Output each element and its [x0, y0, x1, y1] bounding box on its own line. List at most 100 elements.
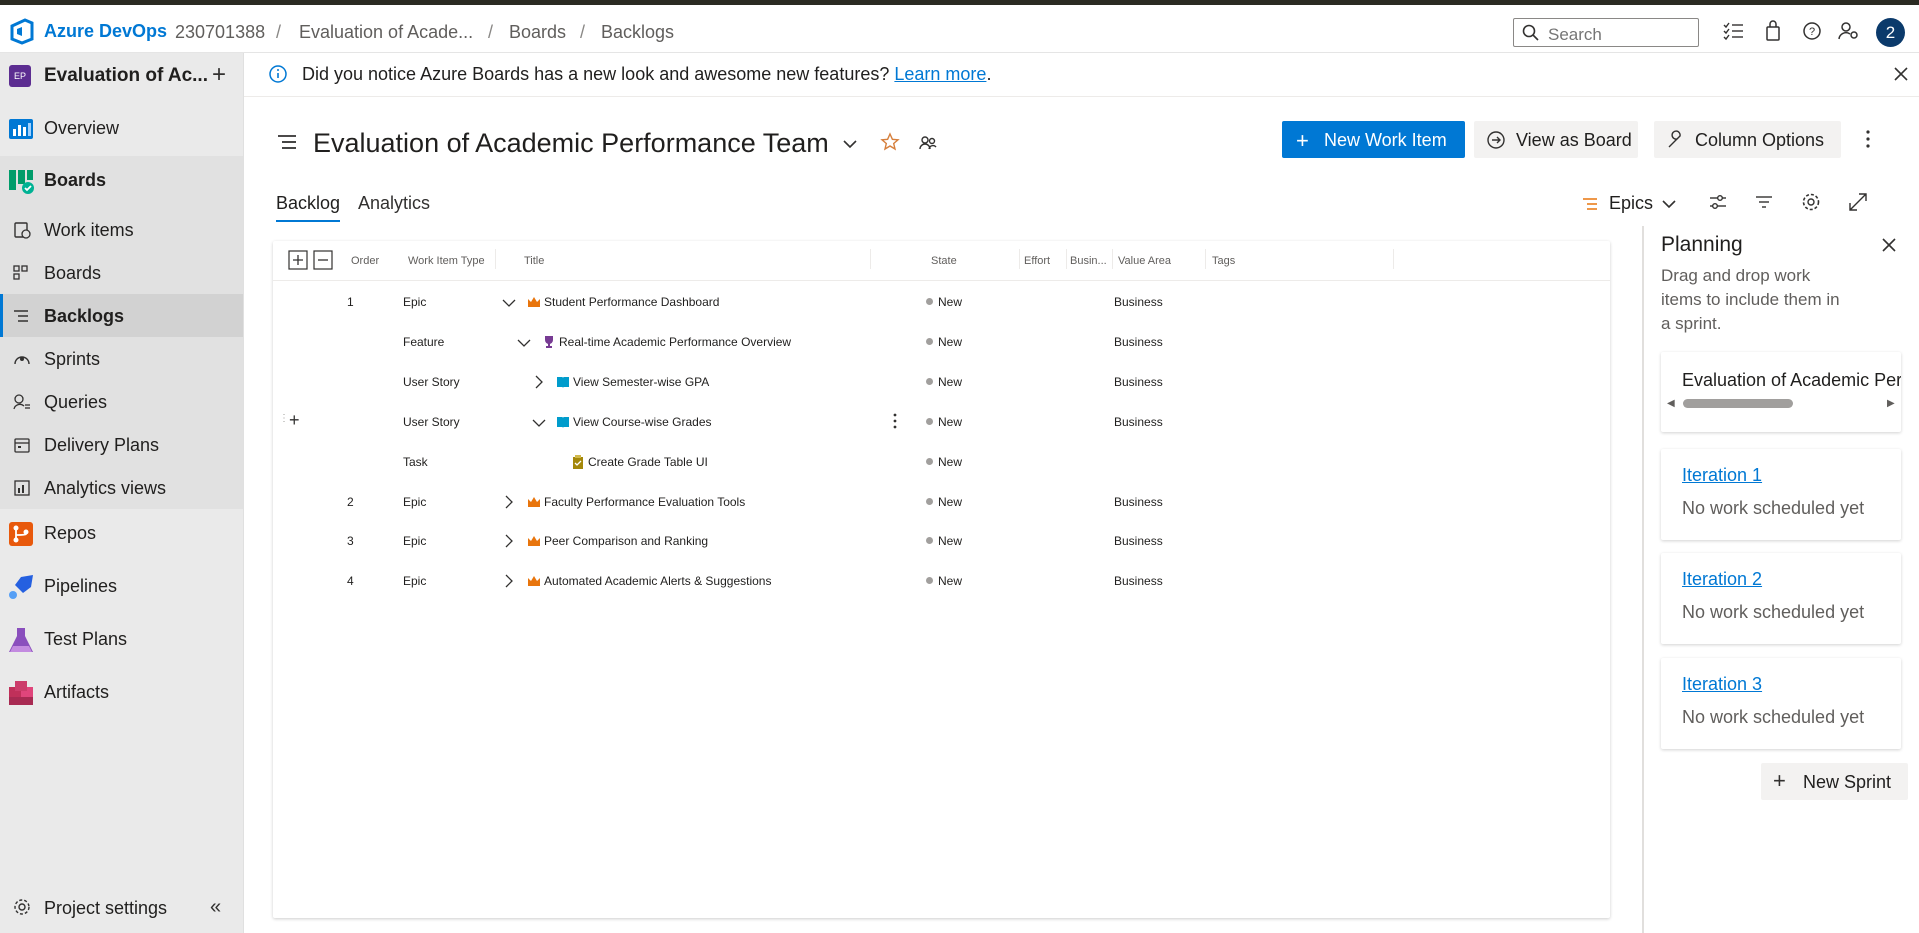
- team-members-icon[interactable]: [918, 133, 938, 153]
- row-title[interactable]: Automated Academic Alerts & Suggestions: [544, 574, 771, 588]
- sidebar-item-work-items[interactable]: Work items: [0, 208, 243, 251]
- chevron-down-icon[interactable]: [842, 136, 858, 152]
- view-as-board-button[interactable]: View as Board: [1474, 121, 1638, 158]
- iteration-card[interactable]: Iteration 1 No work scheduled yet: [1661, 449, 1901, 540]
- new-sprint-button[interactable]: + New Sprint: [1761, 763, 1908, 800]
- chevron-right-icon[interactable]: [532, 375, 546, 389]
- chevron-down-icon[interactable]: [532, 416, 546, 430]
- row-title[interactable]: Peer Comparison and Ranking: [544, 534, 708, 548]
- column-options-button[interactable]: Column Options: [1654, 121, 1841, 158]
- breadcrumb-boards[interactable]: Boards: [509, 22, 566, 43]
- sidebar-item-overview[interactable]: Overview: [0, 108, 243, 150]
- row-context-menu-icon[interactable]: [891, 412, 899, 430]
- row-title[interactable]: View Semester-wise GPA: [573, 375, 709, 389]
- sidebar-item-boards-hub[interactable]: Boards: [0, 160, 243, 202]
- team-backlog-card[interactable]: Evaluation of Academic Perfo ◀ ▶: [1661, 352, 1901, 432]
- breadcrumb-backlogs[interactable]: Backlogs: [601, 22, 674, 43]
- iteration-card[interactable]: Iteration 2 No work scheduled yet: [1661, 553, 1901, 644]
- column-header-type[interactable]: Work Item Type: [408, 255, 485, 267]
- new-work-item-button[interactable]: + New Work Item: [1282, 121, 1465, 158]
- column-header-order[interactable]: Order: [351, 255, 379, 267]
- table-row[interactable]: 3 Epic Peer Comparison and Ranking New B…: [273, 522, 1610, 560]
- learn-more-link[interactable]: Learn more: [894, 64, 986, 84]
- sidebar-item-sprints[interactable]: Sprints: [0, 337, 243, 380]
- tab-backlog[interactable]: Backlog: [276, 193, 341, 222]
- table-row[interactable]: Task Create Grade Table UI New: [273, 443, 1610, 481]
- scrollbar-thumb[interactable]: [1683, 399, 1793, 408]
- collapse-sidebar-icon[interactable]: «: [210, 896, 221, 919]
- table-row[interactable]: ⋮ + User Story View Course-wise Grades N…: [273, 403, 1610, 441]
- close-icon[interactable]: [1880, 236, 1898, 254]
- scroll-left-icon[interactable]: ◀: [1667, 398, 1675, 409]
- project-name[interactable]: Evaluation of Ac...: [44, 65, 208, 87]
- chevron-right-icon[interactable]: [502, 574, 516, 588]
- sidebar-item-backlogs[interactable]: Backlogs: [0, 294, 243, 337]
- sidebar-item-artifacts[interactable]: Artifacts: [0, 672, 243, 714]
- view-options-icon[interactable]: [1708, 192, 1728, 212]
- row-title[interactable]: View Course-wise Grades: [573, 415, 712, 429]
- filter-icon[interactable]: [1754, 192, 1774, 212]
- sidebar-item-delivery-plans[interactable]: Delivery Plans: [0, 423, 243, 466]
- collapse-all-icon[interactable]: [313, 250, 333, 270]
- table-row[interactable]: 1 Epic Student Performance Dashboard New…: [273, 283, 1610, 321]
- favorite-star-icon[interactable]: [880, 132, 900, 152]
- add-child-icon[interactable]: +: [289, 410, 300, 431]
- shopping-bag-icon[interactable]: [1763, 20, 1785, 42]
- table-row[interactable]: 4 Epic Automated Academic Alerts & Sugge…: [273, 562, 1610, 600]
- tab-analytics[interactable]: Analytics: [358, 193, 430, 214]
- drag-handle-icon[interactable]: ⋮: [279, 413, 289, 424]
- chevron-down-icon[interactable]: [502, 296, 516, 310]
- close-icon[interactable]: [1891, 64, 1911, 84]
- sidebar-item-pipelines[interactable]: Pipelines: [0, 566, 243, 608]
- table-row[interactable]: 2 Epic Faculty Performance Evaluation To…: [273, 483, 1610, 521]
- chevron-right-icon[interactable]: [502, 534, 516, 548]
- iteration-link[interactable]: Iteration 2: [1682, 569, 1762, 590]
- column-divider[interactable]: [1112, 249, 1113, 269]
- search-box[interactable]: [1513, 18, 1699, 47]
- column-header-tags[interactable]: Tags: [1212, 255, 1235, 267]
- iteration-link[interactable]: Iteration 1: [1682, 465, 1762, 486]
- avatar[interactable]: 2: [1876, 18, 1905, 47]
- page-title[interactable]: Evaluation of Academic Performance Team: [313, 128, 829, 159]
- column-divider[interactable]: [870, 249, 871, 269]
- column-divider[interactable]: [1019, 249, 1020, 269]
- sidebar-item-analytics-views[interactable]: Analytics views: [0, 466, 243, 509]
- sidebar-item-test-plans[interactable]: Test Plans: [0, 619, 243, 661]
- breadcrumb-project[interactable]: Evaluation of Acade...: [299, 22, 473, 43]
- brand[interactable]: Azure DevOps: [8, 17, 167, 45]
- column-divider[interactable]: [1393, 249, 1394, 269]
- expand-all-icon[interactable]: [288, 250, 308, 270]
- backlog-level-selector[interactable]: Epics: [1582, 192, 1678, 218]
- column-header-title[interactable]: Title: [524, 255, 544, 267]
- table-row[interactable]: Feature Real-time Academic Performance O…: [273, 323, 1610, 361]
- row-title[interactable]: Create Grade Table UI: [588, 455, 708, 469]
- table-row[interactable]: User Story View Semester-wise GPA New Bu…: [273, 363, 1610, 401]
- help-icon[interactable]: ?: [1801, 20, 1823, 42]
- more-options-icon[interactable]: [1860, 128, 1876, 150]
- column-header-business-value[interactable]: Busin...: [1070, 255, 1107, 267]
- expand-icon[interactable]: [1848, 192, 1868, 212]
- chevron-down-icon[interactable]: [517, 336, 531, 350]
- user-settings-icon[interactable]: [1838, 20, 1860, 42]
- backlog-menu-icon[interactable]: [276, 131, 298, 153]
- breadcrumb-org[interactable]: 230701388: [175, 22, 265, 43]
- sidebar-item-repos[interactable]: Repos: [0, 513, 243, 555]
- iteration-card[interactable]: Iteration 3 No work scheduled yet: [1661, 658, 1901, 749]
- project-settings[interactable]: Project settings «: [0, 886, 243, 928]
- column-divider[interactable]: [495, 249, 496, 269]
- row-title[interactable]: Faculty Performance Evaluation Tools: [544, 495, 745, 509]
- chevron-right-icon[interactable]: [502, 495, 516, 509]
- sidebar-item-boards[interactable]: Boards: [0, 251, 243, 294]
- sidebar-item-queries[interactable]: Queries: [0, 380, 243, 423]
- column-divider[interactable]: [1066, 249, 1067, 269]
- iteration-link[interactable]: Iteration 3: [1682, 674, 1762, 695]
- gear-icon[interactable]: [1801, 192, 1821, 212]
- horizontal-scrollbar[interactable]: ◀ ▶: [1661, 396, 1901, 410]
- column-header-effort[interactable]: Effort: [1024, 255, 1050, 267]
- task-list-icon[interactable]: [1722, 20, 1744, 42]
- row-title[interactable]: Real-time Academic Performance Overview: [559, 335, 791, 349]
- scroll-right-icon[interactable]: ▶: [1887, 398, 1895, 409]
- row-title[interactable]: Student Performance Dashboard: [544, 295, 719, 309]
- project-header[interactable]: EP Evaluation of Ac... +: [9, 61, 233, 89]
- search-input[interactable]: [1546, 24, 1690, 46]
